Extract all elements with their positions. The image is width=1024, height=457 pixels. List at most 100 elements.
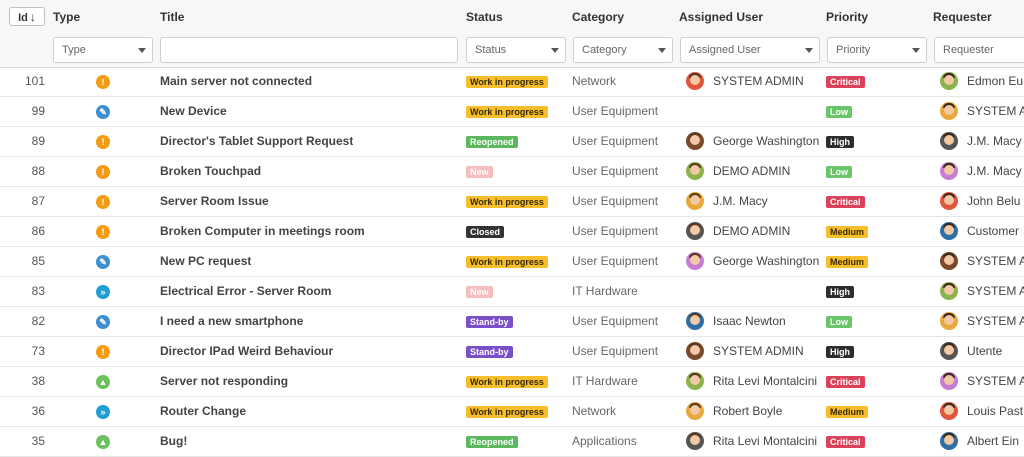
ticket-title[interactable]: I need a new smartphone <box>160 307 303 336</box>
table-row[interactable]: 38 ▲ Server not responding Work in progress… <box>0 367 1024 397</box>
avatar <box>686 192 704 210</box>
status-badge: Closed <box>466 225 505 238</box>
category-cell: Network <box>572 74 617 88</box>
ticket-title[interactable]: Director IPad Weird Behaviour <box>160 337 333 366</box>
table-row[interactable]: 85 ✎ New PC request Work in progress User Eq… <box>0 247 1024 277</box>
title-filter-input[interactable] <box>160 37 458 63</box>
status-cell: New <box>466 277 493 306</box>
table-row[interactable]: 82 ✎ I need a new smartphone Stand-by User E… <box>0 307 1024 337</box>
ticket-id[interactable]: 88 <box>0 157 45 186</box>
avatar <box>686 372 704 390</box>
incident-icon: ! <box>96 165 110 179</box>
assigned-user-name: Rita Levi Montalcini <box>713 374 818 388</box>
table-row[interactable]: 35 ▲ Bug! Reopened Applications Rita Levi Mon… <box>0 427 1024 457</box>
avatar <box>940 192 958 210</box>
table-row[interactable]: 89! Director's Tablet Support Request Reop… <box>0 127 1024 157</box>
ticket-title[interactable]: Broken Touchpad <box>160 157 261 186</box>
requester-name: SYSTEM A <box>967 314 1024 328</box>
chevron-down-icon <box>551 48 559 53</box>
type-cell: ! <box>96 337 110 366</box>
type-filter[interactable]: Type <box>53 37 153 63</box>
avatar <box>940 252 958 270</box>
requester-header[interactable]: Requester <box>933 10 992 24</box>
assigned-user-cell <box>686 97 821 126</box>
priority-badge: High <box>826 285 854 298</box>
priority-badge: Low <box>826 315 852 328</box>
table-row[interactable]: 87! Server Room Issue Work in progress User… <box>0 187 1024 217</box>
priority-cell: Low <box>826 157 852 186</box>
ticket-title[interactable]: Electrical Error - Server Room <box>160 277 331 306</box>
priority-filter[interactable]: Priority <box>827 37 927 63</box>
assigned-user-header[interactable]: Assigned User <box>679 10 763 24</box>
ticket-id[interactable]: 73 <box>0 337 45 366</box>
status-header[interactable]: Status <box>466 10 503 24</box>
category-header[interactable]: Category <box>572 10 624 24</box>
type-cell: ✎ <box>96 97 110 126</box>
table-row[interactable]: 83 » Electrical Error - Server Room New IT H… <box>0 277 1024 307</box>
assigned-user-filter[interactable]: Assigned User <box>680 37 820 63</box>
status-badge: Work in progress <box>466 105 548 118</box>
status-badge: New <box>466 285 493 298</box>
ticket-id[interactable]: 86 <box>0 217 45 246</box>
table-row[interactable]: 36 » Router Change Work in progress Network R… <box>0 397 1024 427</box>
title-header[interactable]: Title <box>160 10 184 24</box>
priority-badge: Medium <box>826 255 869 268</box>
ticket-title[interactable]: Server Room Issue <box>160 187 269 216</box>
status-cell: Reopened <box>466 427 518 456</box>
assigned-user-cell: SYSTEM ADMIN <box>686 67 821 96</box>
ticket-title[interactable]: Director's Tablet Support Request <box>160 127 353 156</box>
priority-header[interactable]: Priority <box>826 10 868 24</box>
type-cell: ! <box>96 157 110 186</box>
table-row[interactable]: 88! Broken Touchpad New User Equipment DEMO … <box>0 157 1024 187</box>
sort-id-button[interactable]: Id ↓ <box>9 7 45 26</box>
type-cell: ✎ <box>96 247 110 276</box>
requester-filter[interactable]: Requester <box>934 37 1024 63</box>
type-header[interactable]: Type <box>53 10 80 24</box>
priority-badge: Critical <box>826 195 865 208</box>
ticket-title[interactable]: New PC request <box>160 247 251 276</box>
ticket-title[interactable]: Router Change <box>160 397 246 426</box>
status-cell: Work in progress <box>466 247 548 276</box>
category-cell: User Equipment <box>572 254 659 268</box>
requester-cell: Edmon Eu <box>940 67 1024 96</box>
type-cell: » <box>96 397 110 426</box>
ticket-id[interactable]: 83 <box>0 277 45 306</box>
incident-icon: ! <box>96 345 110 359</box>
ticket-title[interactable]: Bug! <box>160 427 187 456</box>
assigned-user-cell: Rita Levi Montalcini <box>686 427 821 456</box>
problem-icon: ▲ <box>96 435 110 449</box>
ticket-id[interactable]: 101 <box>0 67 45 96</box>
status-badge: New <box>466 165 493 178</box>
priority-badge: Critical <box>826 75 865 88</box>
ticket-id[interactable]: 82 <box>0 307 45 336</box>
ticket-id[interactable]: 36 <box>0 397 45 426</box>
ticket-id[interactable]: 89 <box>0 127 45 156</box>
category-filter[interactable]: Category <box>573 37 673 63</box>
ticket-id[interactable]: 85 <box>0 247 45 276</box>
table-row[interactable]: 86! Broken Computer in meetings room Close… <box>0 217 1024 247</box>
priority-badge: Medium <box>826 225 869 238</box>
avatar <box>686 222 704 240</box>
table-row[interactable]: 99 ✎ New Device Work in progress User Equipm… <box>0 97 1024 127</box>
ticket-title[interactable]: New Device <box>160 97 227 126</box>
id-header-label: Id <box>18 12 28 24</box>
ticket-title[interactable]: Broken Computer in meetings room <box>160 217 365 246</box>
table-row[interactable]: 101! Main server not connected Work in pro… <box>0 67 1024 97</box>
ticket-id[interactable]: 87 <box>0 187 45 216</box>
ticket-id[interactable]: 35 <box>0 427 45 456</box>
ticket-id[interactable]: 38 <box>0 367 45 396</box>
avatar <box>940 222 958 240</box>
requester-name: J.M. Macy <box>967 134 1022 148</box>
ticket-id[interactable]: 99 <box>0 97 45 126</box>
status-filter[interactable]: Status <box>466 37 566 63</box>
status-cell: Reopened <box>466 127 518 156</box>
ticket-title[interactable]: Server not responding <box>160 367 288 396</box>
priority-badge: Low <box>826 165 852 178</box>
avatar <box>686 402 704 420</box>
requester-cell: SYSTEM A <box>940 247 1024 276</box>
status-cell: Work in progress <box>466 397 548 426</box>
ticket-title[interactable]: Main server not connected <box>160 67 312 96</box>
requester-cell: J.M. Macy <box>940 157 1024 186</box>
requester-name: Utente <box>967 344 1003 358</box>
table-row[interactable]: 73! Director IPad Weird Behaviour Stand-by… <box>0 337 1024 367</box>
